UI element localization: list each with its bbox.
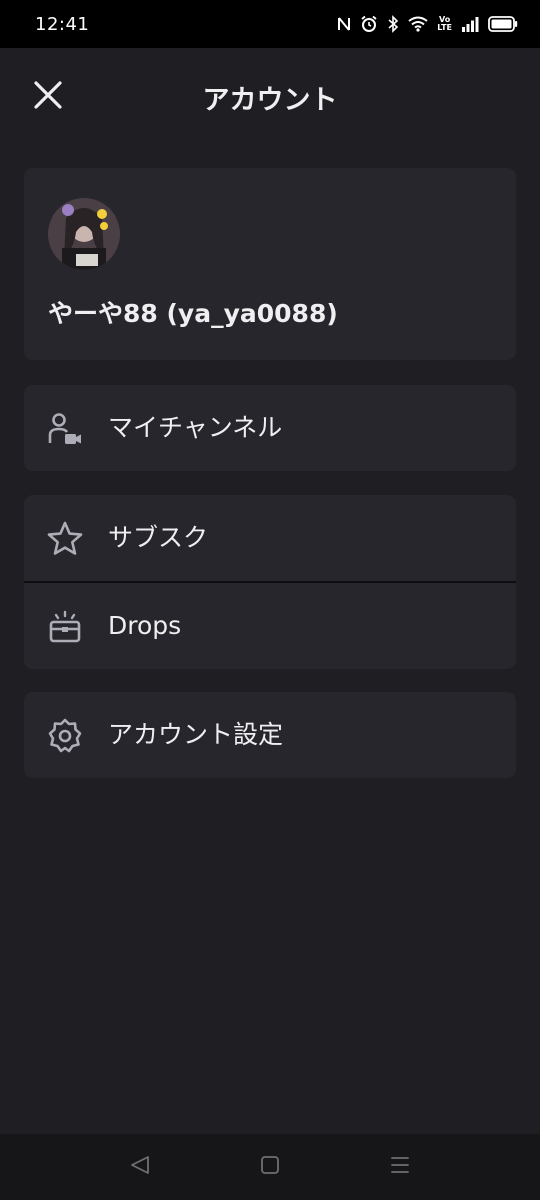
- volte-icon: Vo LTE: [437, 16, 452, 32]
- menu-label-drops: Drops: [108, 611, 182, 640]
- signal-icon: [461, 16, 479, 32]
- status-bar: 12:41 Vo LTE: [0, 0, 540, 48]
- battery-icon: [488, 16, 518, 32]
- back-button[interactable]: [126, 1153, 154, 1181]
- menu-label-my-channel: マイチャンネル: [108, 413, 283, 442]
- gear-icon: [46, 717, 84, 755]
- menu-label-subscriptions: サブスク: [108, 523, 209, 552]
- avatar: [48, 198, 120, 270]
- home-button[interactable]: [256, 1153, 284, 1181]
- menu-item-subscriptions[interactable]: サブスク: [24, 495, 516, 581]
- back-triangle-icon: [129, 1154, 151, 1180]
- account-screen: 12:41 Vo LTE アカウント やーや88 (ya_ya0088) マイチ…: [0, 0, 540, 1200]
- wifi-icon: [408, 16, 428, 32]
- settings-card: アカウント設定: [24, 692, 516, 778]
- nfc-icon: [337, 16, 351, 32]
- menu-item-my-channel[interactable]: マイチャンネル: [24, 385, 516, 471]
- navigation-bar: [0, 1134, 540, 1200]
- profile-name: やーや88 (ya_ya0088): [48, 299, 338, 328]
- subs-drops-card: サブスク Drops: [24, 495, 516, 669]
- header: アカウント: [0, 48, 540, 146]
- volte-bottom-text: LTE: [437, 23, 452, 32]
- bluetooth-icon: [387, 15, 399, 33]
- recents-menu-icon: [389, 1154, 411, 1180]
- menu-item-account-settings[interactable]: アカウント設定: [24, 692, 516, 778]
- menu-item-drops[interactable]: Drops: [24, 583, 516, 669]
- status-icons: Vo LTE: [337, 15, 518, 33]
- status-time: 12:41: [35, 13, 90, 35]
- channel-card: マイチャンネル: [24, 385, 516, 471]
- recents-button[interactable]: [386, 1153, 414, 1181]
- drops-chest-icon: [46, 608, 84, 646]
- star-icon: [46, 520, 84, 558]
- profile-card[interactable]: やーや88 (ya_ya0088): [24, 168, 516, 360]
- user-camera-icon: [46, 410, 84, 448]
- menu-label-account-settings: アカウント設定: [108, 720, 284, 749]
- alarm-icon: [360, 15, 378, 33]
- home-square-icon: [259, 1154, 281, 1180]
- page-title: アカウント: [202, 85, 338, 116]
